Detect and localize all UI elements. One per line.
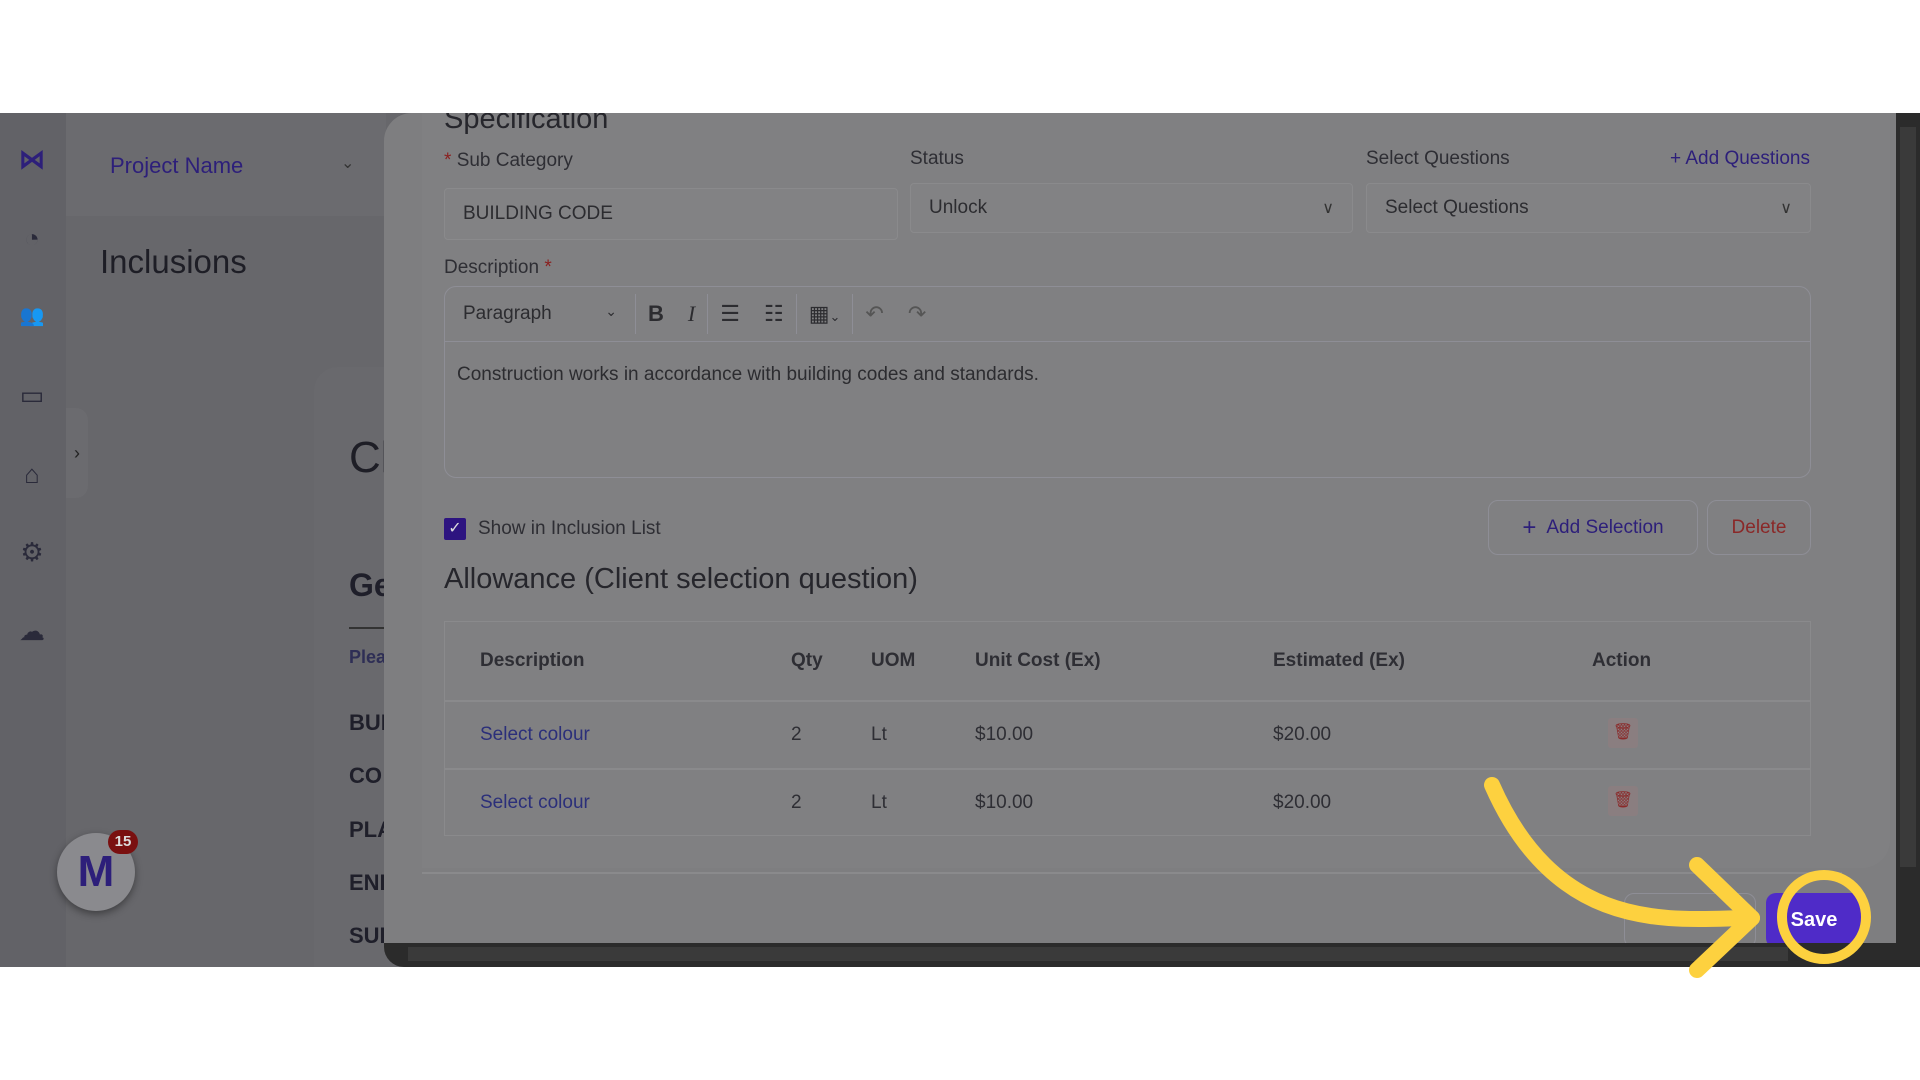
annotation-arrow xyxy=(1484,777,1871,978)
highlight-circle xyxy=(1777,870,1871,964)
arrow-curve xyxy=(1484,777,1760,928)
